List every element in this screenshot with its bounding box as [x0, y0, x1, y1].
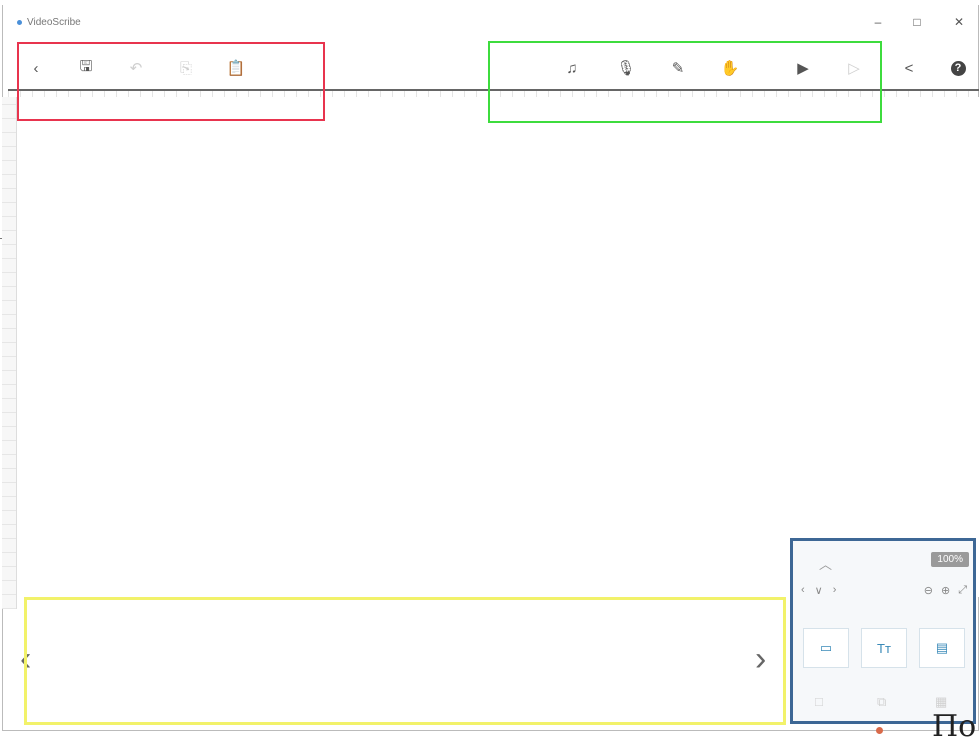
back-icon[interactable]: ‹	[25, 57, 47, 79]
drawing-canvas[interactable]	[17, 97, 979, 597]
nav-left-icon[interactable]: ‹	[801, 584, 805, 597]
app-logo-icon	[17, 20, 22, 25]
left-ruler	[2, 97, 17, 609]
timeline-next-arrow-icon[interactable]: ›	[755, 642, 766, 676]
image-icon: ▭	[819, 640, 833, 655]
app-title: VideoScribe	[17, 17, 81, 28]
bottom-tool-2-icon[interactable]: ⧉	[877, 694, 886, 710]
help-icon[interactable]: ?	[947, 57, 969, 79]
timeline-strip[interactable]	[20, 597, 785, 725]
copy-icon[interactable]: ⎘	[175, 57, 197, 79]
bottom-tool-1-icon[interactable]: □	[815, 694, 823, 709]
slide-caption: По	[932, 709, 977, 744]
chart-icon: ▤	[935, 640, 949, 655]
play-from-here-icon[interactable]: ▷	[843, 57, 865, 79]
zoom-buttons: ⊖ ⊕ ⤢	[924, 584, 967, 597]
app-title-text: VideoScribe	[27, 17, 81, 28]
collapse-chevron-icon[interactable]: ︿	[819, 554, 832, 573]
fit-screen-icon[interactable]: ⤢	[958, 584, 967, 597]
pen-icon[interactable]: ✎	[667, 57, 689, 79]
add-chart-button[interactable]: ▤	[919, 628, 965, 668]
save-icon[interactable]: 🖫	[75, 57, 97, 79]
add-text-button[interactable]: Tт	[861, 628, 907, 668]
zoom-in-icon[interactable]: ⊕	[941, 584, 950, 597]
text-icon: Tт	[877, 640, 891, 656]
paste-icon[interactable]: 📋	[225, 57, 247, 79]
zoom-out-icon[interactable]: ⊖	[924, 584, 933, 597]
timeline-prev-arrow-icon[interactable]: ‹	[20, 642, 31, 676]
play-icon[interactable]: ▶	[792, 57, 814, 79]
title-bar: VideoScribe – □ ✕	[3, 5, 978, 39]
add-image-button[interactable]: ▭	[803, 628, 849, 668]
main-toolbar: ‹ 🖫 ↶ ⎘ 📋 ♫ 🎙 ✎ ✋ ▶ ▷ < ?	[3, 47, 978, 93]
bullet-dot	[876, 727, 883, 734]
zoom-badge: 100%	[931, 552, 969, 567]
nav-right-icon[interactable]: ›	[833, 584, 837, 597]
share-icon[interactable]: <	[898, 57, 920, 79]
hand-icon[interactable]: ✋	[719, 57, 741, 79]
close-button[interactable]: ✕	[950, 15, 968, 29]
maximize-button[interactable]: □	[908, 15, 926, 29]
nav-buttons: ‹ ∨ ›	[801, 584, 836, 597]
tools-panel: ︿ 100% ‹ ∨ › ⊖ ⊕ ⤢ ▭ Tт ▤ □ ⧉ ▦	[792, 540, 975, 723]
undo-icon[interactable]: ↶	[125, 57, 147, 79]
bottom-tool-3-icon[interactable]: ▦	[935, 694, 947, 710]
microphone-icon[interactable]: 🎙	[615, 57, 637, 79]
minimize-button[interactable]: –	[869, 15, 887, 29]
music-icon[interactable]: ♫	[561, 57, 583, 79]
nav-down-icon[interactable]: ∨	[815, 584, 823, 597]
help-glyph: ?	[950, 60, 966, 76]
